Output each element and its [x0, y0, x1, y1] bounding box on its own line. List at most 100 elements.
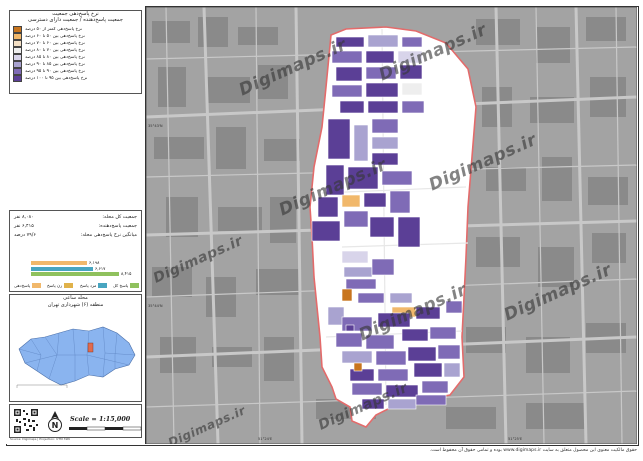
stat-row: جمعیت کل محله: ۸,۰۸۰ نفر — [10, 213, 141, 222]
parcel — [397, 216, 421, 248]
stat-bar-label: ۶,۱۹۸ — [89, 260, 100, 265]
stat-key-swatch — [64, 283, 74, 288]
parcel — [357, 292, 385, 304]
stat-label: میانگین نرخ پاسخ‌دهی محله: — [80, 233, 137, 238]
parcel — [437, 344, 461, 360]
stat-value: ۸,۰۸۰ نفر — [14, 215, 34, 220]
legend-item: نرخ پاسخ‌دهی بین ۶۰ تا ۷۰ درصد — [10, 39, 141, 47]
parcel — [371, 136, 399, 150]
parcel — [335, 332, 363, 348]
stat-keys: پاسخ‌دهی زن پاسخ مرد پاسخ پاسخ کل — [10, 283, 141, 291]
parcel — [341, 250, 369, 264]
parcel — [345, 278, 377, 290]
parcel — [353, 362, 363, 372]
stat-value: ۷۹/۶ درصد — [14, 233, 36, 238]
legend-items: نرخ پاسخ‌دهی کمتر از ۵۰ درصد نرخ پاسخ‌دهی… — [10, 25, 141, 82]
parcel — [415, 394, 447, 406]
parcel — [327, 118, 351, 160]
location-title: محله ساعی — [63, 295, 88, 301]
legend-swatch — [13, 46, 22, 54]
stat-key-label: پاسخ کل — [113, 283, 129, 288]
stats-box: جمعیت کل محله: ۸,۰۸۰ نفر جمعیت پاسخ‌دهنده:… — [9, 210, 142, 292]
legend-label: نرخ پاسخ‌دهی بین ۸۰ تا ۸۵ درصد — [25, 54, 85, 60]
parcel — [331, 84, 363, 98]
svg-text:N: N — [52, 421, 59, 430]
parcel — [401, 36, 423, 48]
legend-box: نرخ پاسخ‌دهی جمعیت جمعیت پاسخ‌دهنده / جم… — [9, 10, 142, 94]
parcel — [389, 190, 411, 214]
legend-swatch — [13, 32, 22, 40]
parcel — [341, 350, 373, 364]
parcel — [367, 100, 399, 114]
parcel — [443, 362, 461, 378]
legend-swatch — [13, 74, 22, 82]
stat-key: پاسخ کل — [113, 283, 140, 288]
stat-key-swatch — [98, 283, 108, 288]
legend-item: نرخ پاسخ‌دهی بین ۸۰ تا ۸۵ درصد — [10, 53, 141, 61]
legend-swatch — [13, 39, 22, 47]
parcel — [375, 350, 407, 366]
parcel — [371, 258, 395, 276]
grid-label: 51°24'E — [258, 437, 273, 441]
legend-subtitle: جمعیت پاسخ‌دهنده / جمعیت دارای دسترسی — [27, 17, 123, 24]
stat-value: ۶,۴۱۵ نفر — [14, 224, 34, 229]
parcel — [341, 194, 361, 208]
parcel — [341, 288, 353, 302]
legend-item: نرخ پاسخ‌دهی بین ۷۰ تا ۸۰ درصد — [10, 46, 141, 54]
legend-swatch — [13, 60, 22, 68]
parcel — [345, 324, 355, 332]
parcel — [367, 34, 399, 48]
scale-text: Scale = 1:15,000 — [70, 415, 131, 423]
district-highlight — [87, 342, 94, 353]
qr-code-icon — [13, 408, 39, 434]
stat-bar — [31, 272, 119, 276]
parcel — [429, 326, 457, 340]
parcel — [401, 82, 423, 96]
legend-swatch — [13, 25, 22, 33]
stat-label: جمعیت پاسخ‌دهنده: — [98, 224, 137, 229]
parcel — [389, 292, 413, 304]
stat-key: پاسخ‌دهی — [14, 283, 42, 288]
grid-label: 51°25'E — [508, 437, 523, 441]
stat-label: جمعیت کل محله: — [102, 215, 137, 220]
location-subtitle: منطقه (۶) شهرداری تهران — [47, 302, 104, 308]
parcel — [413, 362, 443, 378]
stat-bar-label: ۶,۶۱۷ — [95, 265, 106, 271]
parcel — [365, 82, 399, 98]
parcel — [421, 380, 449, 394]
parcel — [311, 220, 341, 242]
legend-item: نرخ پاسخ‌دهی بین ۵۰ تا ۶۰ درصد — [10, 32, 141, 40]
stat-key-label: زن پاسخ — [47, 283, 63, 288]
legend-item: نرخ پاسخ‌دهی بین ۸۵ تا ۹۰ درصد — [10, 60, 141, 68]
grid-label: 35°44'N — [148, 304, 163, 308]
stat-key-swatch — [32, 283, 42, 288]
legend-label: نرخ پاسخ‌دهی بین ۹۵ تا ۱۰۰ درصد — [25, 75, 88, 81]
parcel — [407, 346, 437, 362]
parcel — [401, 328, 429, 342]
stat-key-label: مرد پاسخ — [80, 283, 97, 288]
legend-label: نرخ پاسخ‌دهی بین ۷۰ تا ۸۰ درصد — [25, 47, 85, 53]
grid-label: 35°43'N — [148, 124, 163, 128]
scale-bar — [69, 426, 142, 431]
legend-panel: نرخ پاسخ‌دهی جمعیت جمعیت پاسخ‌دهنده / جم… — [6, 6, 146, 444]
stat-key-label: پاسخ‌دهی — [14, 283, 31, 288]
stat-key-swatch — [130, 283, 140, 288]
parcel — [339, 100, 365, 114]
parcel — [401, 100, 425, 114]
north-arrow-icon: N — [48, 411, 62, 432]
parcel — [327, 306, 345, 326]
stat-row: جمعیت پاسخ‌دهنده: ۶,۴۱۵ نفر — [10, 222, 141, 231]
stat-row: میانگین نرخ پاسخ‌دهی محله: ۷۹/۶ درصد — [10, 231, 141, 240]
legend-item: نرخ پاسخ‌دهی بین ۹۰ تا ۹۵ درصد — [10, 67, 141, 75]
stat-bar — [31, 266, 93, 271]
stat-bar — [31, 261, 87, 265]
stat-rows: جمعیت کل محله: ۸,۰۸۰ نفر جمعیت پاسخ‌دهنده:… — [10, 213, 141, 240]
parcel — [371, 118, 399, 134]
parcel — [335, 66, 363, 82]
stat-bar-label: ۸,۴۱۵ — [121, 271, 132, 276]
legend-swatch — [13, 53, 22, 61]
stat-key: زن پاسخ — [47, 283, 74, 288]
location-box: محله ساعی منطقه (۶) شهرداری تهران — [9, 294, 142, 402]
stat-bars: ۶,۱۹۸ ۶,۶۱۷ ۸,۴۱۵ — [10, 260, 141, 281]
copyright-footer: حقوق مالکیت معنوی این محصول متعلق به سای… — [429, 448, 637, 453]
